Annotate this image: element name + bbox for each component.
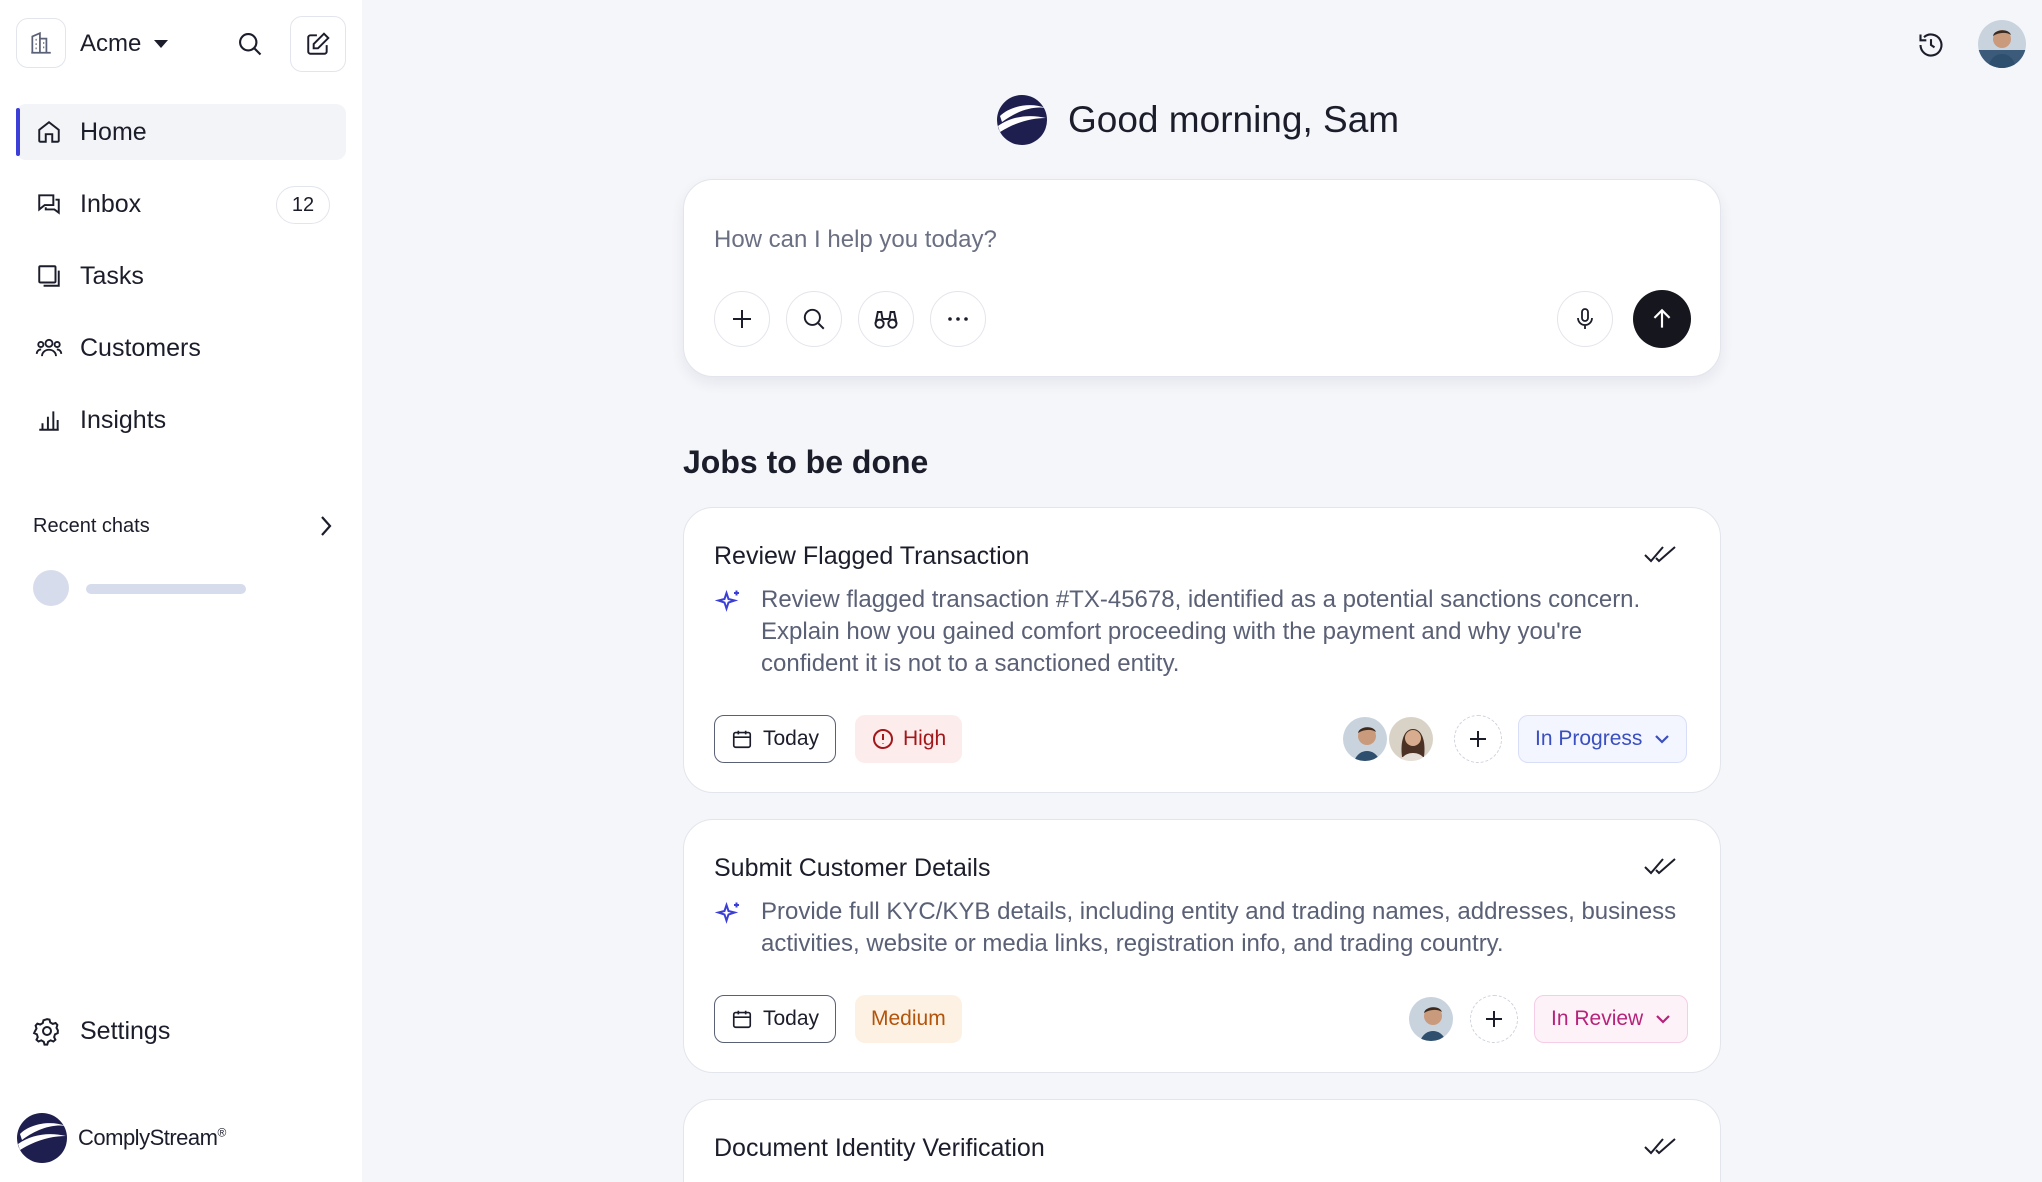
job-title: Review Flagged Transaction	[714, 542, 1030, 570]
job-description: Review flagged transaction #TX-45678, id…	[761, 586, 1641, 677]
search-icon[interactable]	[786, 291, 842, 347]
add-assignee-plus-icon[interactable]	[1470, 995, 1518, 1043]
registered-mark: ®	[217, 1125, 226, 1140]
nav-item-customers[interactable]: Customers	[16, 320, 346, 376]
job-title: Document Identity Verification	[714, 1134, 1045, 1162]
binoculars-icon[interactable]	[858, 291, 914, 347]
tasks-icon	[34, 261, 64, 291]
workspace-switcher[interactable]: Acme	[80, 30, 169, 58]
send-arrow-icon[interactable]	[1633, 290, 1691, 348]
nav-item-label: Insights	[80, 405, 167, 434]
user-avatar[interactable]	[1978, 20, 2026, 68]
alert-circle-icon	[873, 729, 893, 749]
inbox-count-badge: 12	[276, 186, 330, 224]
nav-item-inbox[interactable]: Inbox 12	[16, 176, 346, 232]
settings-link[interactable]: Settings	[32, 1016, 170, 1046]
caret-down-icon	[154, 40, 169, 48]
recent-chats-label: Recent chats	[33, 514, 150, 537]
add-assignee-plus-icon[interactable]	[1454, 715, 1502, 763]
brand-name: ComplyStream	[78, 1125, 218, 1150]
job-card[interactable]: Submit Customer Details Provide full KYC…	[683, 819, 1721, 1073]
assignee-avatar[interactable]	[1387, 715, 1435, 763]
nav-item-home[interactable]: Home	[16, 104, 346, 160]
recent-chats-header[interactable]: Recent chats	[33, 514, 333, 538]
due-date-label: Today	[763, 1007, 820, 1030]
assignee-avatar[interactable]	[1341, 715, 1389, 763]
chevron-down-icon	[1656, 1015, 1670, 1024]
insights-icon	[34, 405, 64, 435]
ai-sparkle-icon	[714, 589, 739, 612]
sidebar-search-icon[interactable]	[232, 26, 268, 62]
inbox-icon	[34, 189, 64, 219]
settings-label: Settings	[80, 1016, 171, 1045]
new-chat-compose-icon[interactable]	[290, 16, 346, 72]
greeting-header: Good morning, Sam	[996, 94, 1399, 146]
complystream-logo-icon	[997, 95, 1047, 145]
nav-item-label: Customers	[80, 333, 201, 362]
main-nav: Home Inbox 12 Tasks Customers Insights	[16, 104, 346, 464]
mark-done-double-check-icon[interactable]	[1644, 544, 1676, 564]
chevron-right-icon	[321, 516, 332, 536]
status-dropdown[interactable]: In Review	[1534, 995, 1689, 1043]
job-description: Provide full KYC/KYB details, including …	[761, 898, 1677, 957]
job-card[interactable]: Document Identity Verification	[683, 1099, 1721, 1182]
calendar-icon	[732, 1010, 752, 1029]
calendar-icon	[732, 730, 752, 749]
microphone-icon[interactable]	[1557, 291, 1613, 347]
priority-badge[interactable]: Medium	[855, 995, 962, 1043]
greeting-text: Good morning, Sam	[1068, 99, 1400, 140]
due-date-pill[interactable]: Today	[714, 715, 837, 763]
workspace-name: Acme	[80, 30, 142, 57]
chevron-down-icon	[1655, 735, 1670, 744]
gear-icon	[32, 1018, 59, 1046]
nav-item-label: Tasks	[80, 261, 144, 290]
prompt-input[interactable]	[714, 226, 1614, 254]
mark-done-double-check-icon[interactable]	[1644, 1136, 1676, 1156]
status-label: In Progress	[1535, 727, 1643, 750]
home-icon	[34, 117, 64, 147]
mark-done-double-check-icon[interactable]	[1644, 856, 1676, 876]
ai-sparkle-icon	[714, 901, 739, 924]
priority-label: High	[903, 727, 947, 750]
prompt-box	[683, 179, 1721, 377]
nav-item-label: Inbox	[80, 189, 142, 218]
history-icon[interactable]	[1914, 28, 1948, 62]
nav-item-insights[interactable]: Insights	[16, 392, 346, 448]
job-title: Submit Customer Details	[714, 854, 991, 882]
customers-icon	[34, 333, 64, 363]
nav-item-label: Home	[80, 117, 147, 146]
job-card[interactable]: Review Flagged Transaction Review flagge…	[683, 507, 1721, 793]
brand-footer: ComplyStream®	[16, 1112, 226, 1164]
complystream-logo-icon	[17, 1113, 67, 1163]
recent-chat-skeleton-line	[86, 584, 246, 594]
due-date-label: Today	[763, 727, 820, 750]
more-icon[interactable]	[930, 291, 986, 347]
priority-label: Medium	[871, 1007, 946, 1030]
nav-item-tasks[interactable]: Tasks	[16, 248, 346, 304]
workspace-building-icon[interactable]	[16, 18, 66, 68]
priority-badge[interactable]: High	[855, 715, 963, 763]
jobs-section-title: Jobs to be done	[683, 444, 929, 480]
assignee-avatar[interactable]	[1407, 995, 1455, 1043]
status-dropdown[interactable]: In Progress	[1518, 715, 1688, 763]
plus-icon[interactable]	[714, 291, 770, 347]
recent-chat-skeleton-avatar	[33, 570, 69, 606]
status-label: In Review	[1551, 1007, 1644, 1030]
due-date-pill[interactable]: Today	[714, 995, 837, 1043]
sidebar: Acme Home Inbox 12 Tasks Customers Insig…	[0, 0, 362, 1182]
